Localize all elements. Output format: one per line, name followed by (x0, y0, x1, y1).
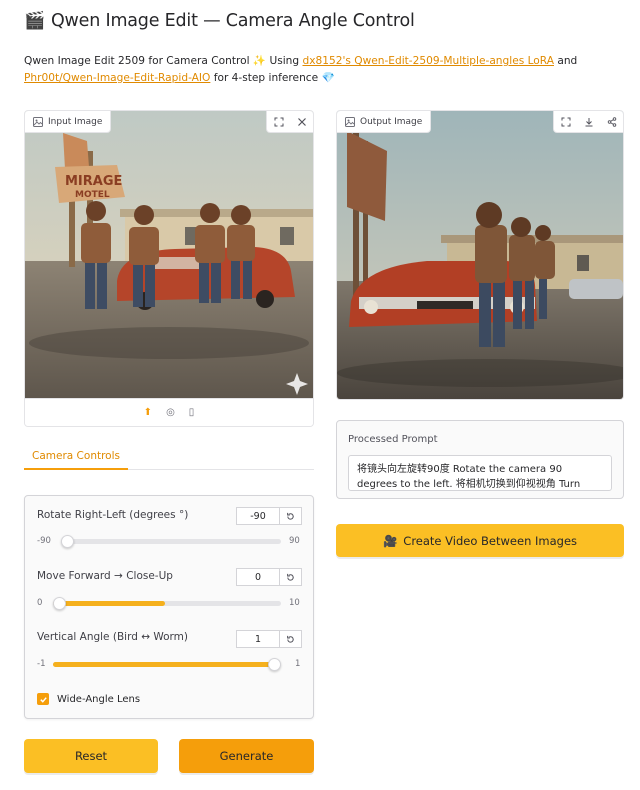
page-title: 🎬 Qwen Image Edit — Camera Angle Control (24, 11, 415, 31)
clipboard-icon[interactable]: ▯ (189, 407, 195, 418)
wide-angle-label: Wide-Angle Lens (57, 693, 141, 705)
rotate-max: 90 (289, 536, 300, 546)
forward-slider-thumb[interactable] (53, 597, 66, 610)
input-photo-art: MIRAGE MOTEL (25, 111, 313, 399)
vertical-max: 1 (295, 659, 301, 669)
webcam-icon[interactable]: ◎ (166, 407, 175, 418)
page-title-text: Qwen Image Edit — Camera Angle Control (50, 11, 415, 31)
input-image-chip: Input Image (25, 111, 112, 133)
vertical-label: Vertical Angle (Bird ↔ Worm) (37, 631, 188, 643)
rotate-slider[interactable] (61, 535, 281, 548)
input-image-panel[interactable]: Input Image MIRAGE MOTEL ⬆ ◎ ▯ (24, 110, 314, 427)
processed-prompt-label: Processed Prompt (348, 434, 438, 445)
create-video-label: Create Video Between Images (403, 533, 578, 548)
rotate-label: Rotate Right-Left (degrees °) (37, 509, 189, 521)
vertical-slider[interactable] (53, 658, 281, 671)
processed-prompt-textbox[interactable]: 将镜头向左旋转90度 Rotate the camera 90 degrees … (348, 455, 612, 491)
image-icon (345, 116, 355, 127)
tab-camera-controls[interactable]: Camera Controls (24, 444, 128, 470)
fullscreen-icon[interactable] (267, 111, 290, 133)
upload-icon[interactable]: ⬆ (144, 407, 152, 418)
forward-max: 10 (289, 598, 300, 608)
fullscreen-icon[interactable] (554, 111, 577, 133)
vertical-reset-button[interactable] (280, 630, 302, 648)
output-image-chip: Output Image (337, 111, 432, 133)
controls-tabbar: Camera Controls (24, 444, 314, 470)
wide-angle-checkbox[interactable] (37, 693, 49, 705)
description-suffix: for 4-step inference 💎 (210, 72, 335, 84)
check-icon (39, 696, 47, 703)
vertical-slider-thumb[interactable] (268, 658, 281, 671)
rapid-aio-link[interactable]: Phr00t/Qwen-Image-Edit-Rapid-AIO (24, 72, 210, 84)
forward-min: 0 (37, 598, 43, 608)
share-icon[interactable] (600, 111, 623, 133)
output-image-toolbar (553, 111, 623, 133)
reset-icon (287, 512, 294, 520)
input-source-bar: ⬆ ◎ ▯ (25, 398, 313, 426)
image-icon (33, 116, 43, 127)
forward-label: Move Forward → Close-Up (37, 570, 173, 582)
output-image-label: Output Image (360, 116, 423, 127)
reset-icon (287, 573, 294, 581)
processed-prompt-panel: Processed Prompt 将镜头向左旋转90度 Rotate the c… (336, 420, 624, 499)
reset-icon (287, 635, 294, 643)
description: Qwen Image Edit 2509 for Camera Control … (24, 53, 624, 87)
clapper-board-icon: 🎬 (24, 11, 45, 31)
create-video-button[interactable]: 🎥 Create Video Between Images (336, 524, 624, 557)
rotate-number-input[interactable]: -90 (236, 507, 280, 525)
description-prefix: Qwen Image Edit 2509 for Camera Control … (24, 55, 303, 67)
rotate-slider-thumb[interactable] (61, 535, 74, 548)
input-photo: MIRAGE MOTEL (25, 111, 313, 399)
output-photo-art (337, 111, 623, 399)
output-photo (337, 111, 623, 399)
description-and: and (553, 55, 578, 67)
vertical-number-input[interactable]: 1 (236, 630, 280, 648)
reset-button[interactable]: Reset (24, 739, 158, 773)
forward-reset-button[interactable] (280, 568, 302, 586)
wide-angle-row[interactable]: Wide-Angle Lens (37, 693, 140, 705)
video-camera-icon: 🎥 (382, 533, 398, 548)
camera-controls-panel: Rotate Right-Left (degrees °) -90 -90 90… (24, 495, 314, 719)
lora-link[interactable]: dx8152's Qwen-Edit-2509-Multiple-angles … (302, 55, 554, 67)
close-icon[interactable] (290, 111, 313, 133)
generate-button[interactable]: Generate (179, 739, 314, 773)
rotate-reset-button[interactable] (280, 507, 302, 525)
output-image-panel: Output Image (336, 110, 624, 400)
forward-slider-fill (53, 601, 165, 606)
input-image-toolbar (266, 111, 313, 133)
input-image-label: Input Image (48, 116, 103, 127)
rotate-min: -90 (37, 536, 51, 546)
vertical-slider-fill (53, 662, 274, 667)
forward-number-input[interactable]: 0 (236, 568, 280, 586)
forward-slider[interactable] (53, 597, 281, 610)
svg-text:MOTEL: MOTEL (75, 190, 110, 200)
svg-text:MIRAGE: MIRAGE (65, 174, 122, 189)
vertical-min: -1 (37, 659, 46, 669)
download-icon[interactable] (577, 111, 600, 133)
